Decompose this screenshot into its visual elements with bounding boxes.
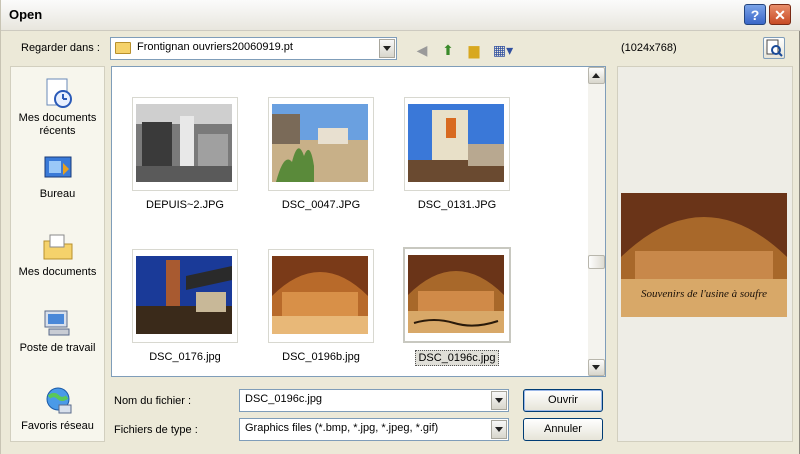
place-label: Bureau bbox=[39, 188, 76, 200]
filetype-label: Fichiers de type : bbox=[114, 424, 198, 436]
thumbnail-image bbox=[136, 256, 232, 334]
filetype-value: Graphics files (*.bmp, *.jpg, *.jpeg, *.… bbox=[245, 422, 439, 434]
new-folder-button[interactable]: ▆ bbox=[463, 40, 485, 60]
window-title: Open bbox=[9, 7, 43, 22]
chevron-down-icon[interactable] bbox=[379, 39, 395, 58]
view-menu-icon: ▦▾ bbox=[492, 42, 514, 58]
file-thumbnail-selected[interactable]: DSC_0196c.jpg bbox=[402, 247, 512, 366]
thumbnail-image bbox=[136, 104, 232, 182]
place-label: Poste de travail bbox=[19, 342, 96, 354]
place-network[interactable]: Favoris réseau bbox=[11, 385, 104, 433]
thumbnail-image bbox=[408, 104, 504, 182]
place-desktop[interactable]: Bureau bbox=[11, 153, 104, 201]
file-list[interactable]: DEPUIS~2.JPG DSC_0047.JPG DSC_0131.JPG D… bbox=[111, 66, 606, 377]
file-name: DSC_0196c.jpg bbox=[415, 350, 499, 366]
chevron-down-icon[interactable] bbox=[491, 420, 507, 439]
scroll-up-button[interactable] bbox=[588, 67, 605, 84]
folder-icon bbox=[115, 42, 131, 54]
thumbnail-frame bbox=[403, 247, 511, 343]
filename-label: Nom du fichier : bbox=[114, 395, 192, 407]
thumbnail-frame bbox=[404, 97, 510, 191]
look-in-label: Regarder dans : bbox=[21, 42, 100, 54]
scroll-down-button[interactable] bbox=[588, 359, 605, 376]
thumbnail-frame bbox=[268, 249, 374, 343]
back-button[interactable]: ◀ bbox=[411, 40, 433, 60]
view-menu-button[interactable]: ▦▾ bbox=[489, 40, 517, 60]
preview-caption: Souvenirs de l'usine à soufre bbox=[641, 288, 767, 300]
thumbnail-image bbox=[272, 256, 368, 334]
scroll-thumb[interactable] bbox=[588, 255, 605, 269]
up-folder-button[interactable]: ⬆ bbox=[437, 40, 459, 60]
filename-input[interactable]: DSC_0196c.jpg bbox=[239, 389, 509, 412]
preview-resolution: (1024x768) bbox=[621, 42, 677, 54]
cancel-button[interactable]: Annuler bbox=[523, 418, 603, 441]
file-thumbnail[interactable]: DSC_0176.jpg bbox=[130, 249, 240, 364]
file-thumbnail[interactable]: DSC_0047.JPG bbox=[266, 97, 376, 212]
desktop-icon bbox=[44, 156, 71, 178]
places-bar: Mes documents récents Bureau Mes documen… bbox=[10, 66, 105, 442]
file-thumbnail[interactable]: DSC_0196b.jpg bbox=[266, 249, 376, 364]
look-in-dropdown[interactable]: Frontignan ouvriers20060919.pt bbox=[110, 37, 397, 60]
thumbnail-image bbox=[272, 104, 368, 182]
thumbnail-frame bbox=[132, 97, 238, 191]
recent-documents-icon bbox=[46, 78, 72, 108]
file-name: DEPUIS~2.JPG bbox=[146, 199, 224, 211]
preview-pane: Souvenirs de l'usine à soufre bbox=[617, 66, 793, 442]
close-button[interactable]: ✕ bbox=[769, 4, 791, 25]
thumbnail-frame bbox=[132, 249, 238, 343]
preview-toggle-button[interactable] bbox=[763, 37, 785, 59]
file-name: DSC_0176.jpg bbox=[149, 351, 221, 363]
file-name: DSC_0196b.jpg bbox=[282, 351, 360, 363]
file-list-scrollbar[interactable] bbox=[588, 67, 605, 376]
thumbnail-image bbox=[408, 255, 504, 333]
place-label: Mes documents bbox=[18, 266, 97, 278]
chevron-down-icon[interactable] bbox=[491, 391, 507, 410]
file-name: DSC_0047.JPG bbox=[281, 199, 361, 211]
place-my-computer[interactable]: Poste de travail bbox=[11, 307, 104, 355]
file-thumbnail[interactable]: DEPUIS~2.JPG bbox=[130, 97, 240, 212]
thumbnail-frame bbox=[268, 97, 374, 191]
open-dialog: Open ? ✕ Regarder dans : Frontignan ouvr… bbox=[0, 0, 800, 454]
preview-icon bbox=[766, 39, 783, 57]
file-thumbnail[interactable]: DSC_0131.JPG bbox=[402, 97, 512, 212]
place-label: Favoris réseau bbox=[21, 420, 94, 432]
back-icon: ◀ bbox=[416, 42, 428, 58]
filename-value: DSC_0196c.jpg bbox=[245, 393, 323, 405]
close-icon: ✕ bbox=[774, 7, 786, 23]
network-places-icon bbox=[46, 387, 71, 414]
filetype-dropdown[interactable]: Graphics files (*.bmp, *.jpg, *.jpeg, *.… bbox=[239, 418, 509, 441]
place-recent-documents[interactable]: Mes documents récents bbox=[11, 77, 104, 138]
my-computer-icon bbox=[44, 310, 69, 336]
file-name: DSC_0131.JPG bbox=[417, 199, 497, 211]
open-button[interactable]: Ouvrir bbox=[523, 389, 603, 412]
new-folder-icon: ▆ bbox=[468, 42, 480, 58]
preview-image: Souvenirs de l'usine à soufre bbox=[621, 193, 787, 317]
title-bar[interactable]: Open ? ✕ bbox=[1, 0, 800, 31]
place-label: Mes documents récents bbox=[18, 112, 97, 137]
look-in-value: Frontignan ouvriers20060919.pt bbox=[137, 41, 293, 53]
place-my-documents[interactable]: Mes documents bbox=[11, 231, 104, 279]
help-icon: ? bbox=[750, 7, 760, 23]
help-button[interactable]: ? bbox=[744, 4, 766, 25]
up-folder-icon: ⬆ bbox=[442, 42, 454, 58]
my-documents-icon bbox=[43, 234, 72, 260]
